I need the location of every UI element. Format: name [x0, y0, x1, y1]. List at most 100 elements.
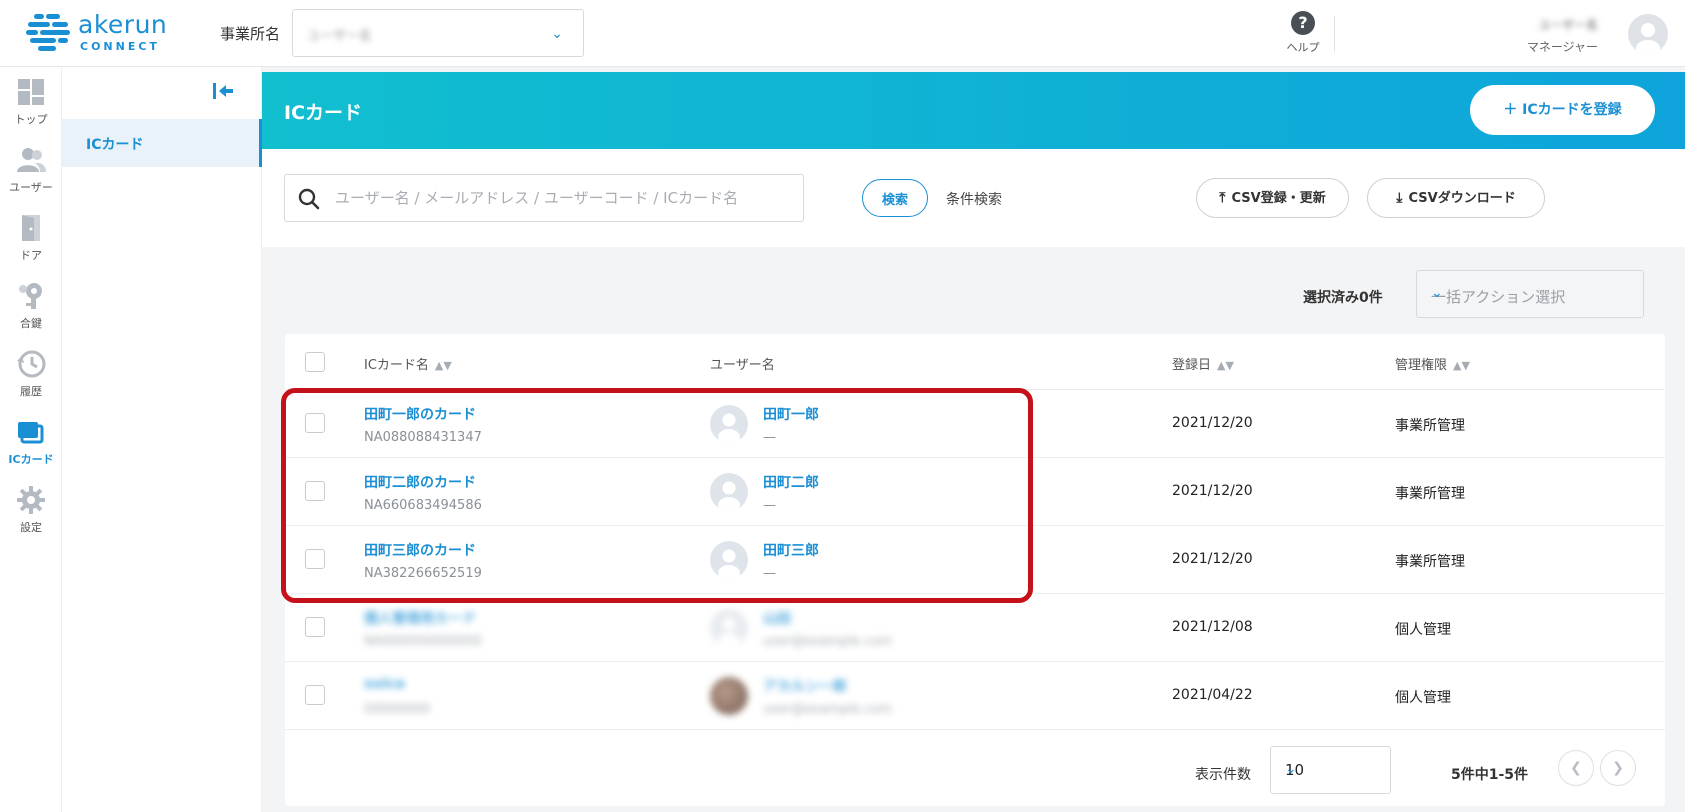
user-role: マネージャー — [1526, 40, 1598, 54]
registered-date: 2021/12/20 — [1172, 483, 1253, 499]
nav-item-top[interactable]: トップ — [0, 69, 62, 139]
user-name: ユーザー名 — [1538, 18, 1598, 32]
user-avatar[interactable] — [1628, 14, 1668, 54]
nav-item-history[interactable]: 履歴 — [0, 341, 62, 411]
office-select-value: ユーザー名 — [307, 29, 372, 44]
left-nav: トップ ユーザー ドア 合鍵 履歴 ICカード 設定 — [0, 67, 62, 812]
key-icon — [19, 283, 42, 309]
card-name-link[interactable]: 田町三郎のカード — [364, 540, 476, 560]
select-all-checkbox[interactable] — [305, 352, 325, 372]
user-name-link[interactable]: 山田 — [763, 608, 791, 628]
door-icon — [22, 215, 40, 241]
help-button[interactable]: ? ヘルプ — [1283, 11, 1323, 57]
card-name-link[interactable]: suica — [364, 676, 405, 692]
akerun-logo-mark — [26, 14, 70, 51]
avatar-placeholder-icon — [718, 617, 740, 647]
page-title: ICカード — [284, 102, 363, 124]
search-icon — [298, 188, 320, 210]
user-name-link[interactable]: アカルン一郎 — [763, 676, 847, 696]
row-checkbox[interactable] — [305, 413, 325, 433]
permission: 事業所管理 — [1395, 486, 1465, 502]
akerun-logo[interactable]: akerun CONNECT — [26, 10, 176, 56]
card-name-link[interactable]: 田町一郎のカード — [364, 404, 476, 424]
user-avatar — [710, 609, 748, 647]
search-input[interactable] — [335, 185, 795, 211]
permission: 事業所管理 — [1395, 418, 1465, 434]
nav-item-settings[interactable]: 設定 — [0, 477, 62, 547]
top-header: akerun CONNECT 事業所名 ユーザー名 ⌄ ? ヘルプ ユーザー名 … — [0, 0, 1685, 67]
chevron-right-icon: ❯ — [1612, 760, 1624, 776]
avatar-placeholder-icon — [1636, 23, 1660, 54]
per-page-label: 表示件数 — [1195, 767, 1251, 783]
user-email: user@example.com — [763, 702, 893, 717]
user-avatar — [710, 473, 748, 511]
nav-item-ic-card[interactable]: ICカード — [0, 409, 62, 479]
card-name-link[interactable]: 個人管理用カード — [364, 608, 476, 628]
row-checkbox[interactable] — [305, 549, 325, 569]
prev-page-button[interactable]: ❮ — [1558, 750, 1594, 786]
user-avatar — [710, 541, 748, 579]
avatar-placeholder-icon — [718, 413, 740, 443]
register-ic-card-button[interactable]: ＋ ICカードを登録 — [1470, 85, 1655, 135]
row-checkbox[interactable] — [305, 685, 325, 705]
chevron-down-icon: ⌄ — [551, 26, 563, 42]
user-name-link[interactable]: 田町三郎 — [763, 540, 819, 560]
row-checkbox[interactable] — [305, 617, 325, 637]
collapse-sidebar-icon[interactable] — [212, 81, 236, 101]
sub-nav-item-ic-card[interactable]: ICカード — [62, 119, 262, 167]
advanced-search-link[interactable]: 条件検索 — [946, 189, 1002, 209]
row-checkbox[interactable] — [305, 481, 325, 501]
registered-date: 2021/12/20 — [1172, 551, 1253, 567]
sort-icon: ▲︎▼︎ — [434, 359, 452, 372]
sub-nav: ICカード — [62, 67, 262, 812]
avatar-placeholder-icon — [718, 481, 740, 511]
user-name-link[interactable]: 田町一郎 — [763, 404, 819, 424]
history-icon — [17, 350, 46, 378]
user-email: — — [763, 498, 776, 513]
search-panel: 検索 条件検索 ⤒ CSV登録・更新 ⤓ CSVダウンロード — [262, 149, 1685, 247]
card-name-link[interactable]: 田町二郎のカード — [364, 472, 476, 492]
table-row: 田町二郎のカード NA660683494586 田町二郎 — 2021/12/2… — [285, 458, 1665, 526]
search-button[interactable]: 検索 — [862, 179, 928, 217]
avatar-placeholder-icon — [718, 549, 740, 579]
nav-label: トップ — [14, 113, 48, 126]
sub-nav-label: ICカード — [86, 137, 144, 153]
logo-word: akerun — [78, 10, 168, 39]
table-row: suica 00000000 アカルン一郎 user@example.com 2… — [285, 662, 1665, 730]
nav-item-keys[interactable]: 合鍵 — [0, 273, 62, 343]
table-row: 個人管理用カード NA000000000000 山田 user@example.… — [285, 594, 1665, 662]
ic-card-table: ICカード名 ▲︎▼︎ ユーザー名 登録日 ▲︎▼︎ 管理権限 ▲︎▼︎ 田町一郎のカ… — [285, 334, 1665, 806]
csv-download-button[interactable]: ⤓ CSVダウンロード — [1367, 178, 1545, 218]
user-avatar — [710, 405, 748, 443]
card-id: NA382266652519 — [364, 566, 482, 581]
user-photo-avatar — [710, 677, 748, 715]
column-header-card-name[interactable]: ICカード名 ▲︎▼︎ — [364, 354, 452, 373]
permission: 個人管理 — [1395, 622, 1451, 638]
table-row: 田町三郎のカード NA382266652519 田町三郎 — 2021/12/2… — [285, 526, 1665, 594]
chevron-left-icon: ❮ — [1570, 760, 1582, 776]
user-email: user@example.com — [763, 634, 893, 649]
column-label: ICカード名 — [364, 358, 429, 373]
nav-item-doors[interactable]: ドア — [0, 205, 62, 275]
header-divider — [1334, 16, 1335, 52]
csv-download-label: CSVダウンロード — [1408, 191, 1516, 206]
office-label: 事業所名 — [220, 25, 281, 43]
next-page-button[interactable]: ❯ — [1600, 750, 1636, 786]
table-header: ICカード名 ▲︎▼︎ ユーザー名 登録日 ▲︎▼︎ 管理権限 ▲︎▼︎ — [285, 334, 1665, 390]
column-header-registered-date[interactable]: 登録日 ▲︎▼︎ — [1172, 354, 1234, 373]
column-header-user-name: ユーザー名 — [710, 358, 775, 373]
selected-count: 選択済み0件 — [1303, 290, 1383, 306]
upload-icon: ⤒ — [1219, 190, 1226, 206]
column-header-permission[interactable]: 管理権限 ▲︎▼︎ — [1395, 354, 1470, 373]
dashboard-icon — [18, 79, 44, 105]
registered-date: 2021/12/08 — [1172, 619, 1253, 635]
office-select[interactable]: ユーザー名 ⌄ — [292, 9, 584, 57]
users-icon — [17, 148, 46, 172]
bulk-action-select[interactable]: 一括アクション選択 ⌄ — [1416, 270, 1644, 318]
table-row: 田町一郎のカード NA088088431347 田町一郎 — 2021/12/2… — [285, 390, 1665, 458]
csv-upload-button[interactable]: ⤒ CSV登録・更新 — [1196, 178, 1349, 218]
nav-item-users[interactable]: ユーザー — [0, 137, 62, 207]
per-page-select[interactable]: 10 ⌄ — [1270, 746, 1391, 794]
help-icon: ? — [1291, 11, 1315, 35]
user-name-link[interactable]: 田町二郎 — [763, 472, 819, 492]
